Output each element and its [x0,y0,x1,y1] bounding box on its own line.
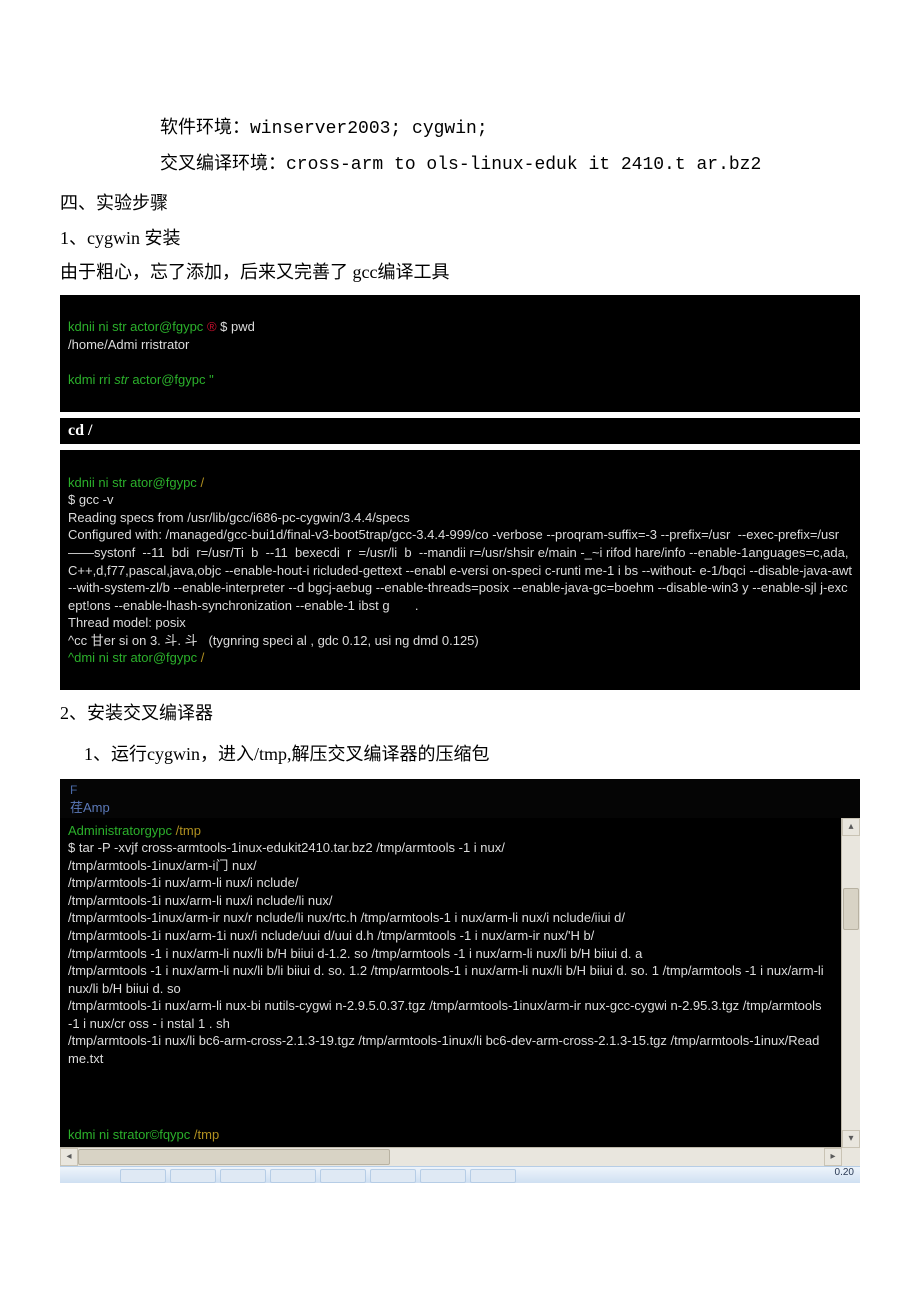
terminal-3-header-amp: 荏Amp [70,797,860,816]
taskbar-slot[interactable] [420,1169,466,1183]
scroll-corner [842,1148,860,1166]
term3-line: /tmp/armtools-1i nux/arm-li nux-bi nutil… [68,998,822,1031]
term2-line-version: ^cc 甘er si on 3. 斗. 斗 (tygnring speci al… [68,633,479,648]
terminal-block-3-wrap: F 荏Amp Administratorgypc /tmp $ tar -P -… [60,779,860,1183]
term2-line-configured: Configured with: /managed/gcc-bui1d/fina… [68,527,856,612]
term2-cmd: $ gcc -v [68,492,114,507]
scroll-down-arrow-icon[interactable]: ▾ [842,1130,860,1148]
cross-env-value: cross-arm to ols-linux-eduk it 2410.t ar… [286,155,761,175]
term3-line: /tmp/armtools-1i nux/li bc6-arm-cross-2.… [68,1033,819,1066]
term1-prompt-1: kdnii ni str actor@fgypc ® $ pwd [68,319,255,334]
taskbar-slot[interactable] [320,1169,366,1183]
terminal-block-2: kdnii ni str ator@fgypc / $ gcc -v Readi… [60,450,860,690]
term3-line: /tmp/armtools -1 i nux/arm-li nux/li b/l… [68,963,824,996]
scroll-right-arrow-icon[interactable]: ▸ [824,1148,842,1166]
terminal-3-content: Administratorgypc /tmp $ tar -P -xvjf cr… [68,822,852,1068]
software-env-value: winserver2003; cygwin; [250,119,488,139]
horizontal-scrollbar[interactable]: ◂ ▸ [60,1147,842,1166]
software-env-label: 软件环境： [160,117,250,137]
term3-line: /tmp/armtools -1 i nux/arm-li nux/li b/H… [68,946,642,961]
section-4-title: 四、实验步骤 [60,186,860,220]
taskbar-slot[interactable] [370,1169,416,1183]
term1-output-1: /home/Admi rristrator [68,337,189,352]
term3-line: /tmp/armtools-1inux/arm-i门 nux/ [68,858,257,873]
cd-command-line: cd / [60,418,860,444]
terminal-block-1: kdnii ni str actor@fgypc ® $ pwd /home/A… [60,295,860,412]
term3-bottom-prompt: kdmi ni strator©fqypc /tmp [68,1126,219,1144]
scroll-up-arrow-icon[interactable]: ▴ [842,818,860,836]
taskbar-slot[interactable] [120,1169,166,1183]
taskbar-slot[interactable] [170,1169,216,1183]
software-env-line: 软件环境：winserver2003; cygwin; [60,110,860,146]
taskbar-slot[interactable] [270,1169,316,1183]
taskbar: 0.20 [60,1166,860,1183]
vertical-scrollbar[interactable]: ▴ ▾ [841,818,860,1148]
term2-line-thread: Thread model: posix [68,615,186,630]
terminal-block-3: Administratorgypc /tmp $ tar -P -xvjf cr… [60,818,860,1166]
term3-line: /tmp/armtools-1i nux/arm-li nux/i nclude… [68,893,332,908]
section-2-substep: 1、运行cygwin，进入/tmp,解压交叉编译器的压缩包 [60,737,860,771]
taskbar-slot[interactable] [220,1169,266,1183]
taskbar-time: 0.20 [835,1167,854,1178]
taskbar-slot[interactable] [470,1169,516,1183]
step-1-note: 由于粗心，忘了添加，后来又完善了 gcc编译工具 [60,255,860,289]
scroll-left-arrow-icon[interactable]: ◂ [60,1148,78,1166]
term3-line: /tmp/armtools-1i nux/arm-1i nux/i nclude… [68,928,594,943]
document-page: 软件环境：winserver2003; cygwin; 交叉编译环境：cross… [0,0,920,1223]
horizontal-scroll-thumb[interactable] [78,1149,390,1165]
cross-env-line: 交叉编译环境：cross-arm to ols-linux-eduk it 24… [60,146,860,182]
cross-env-label: 交叉编译环境： [160,153,286,173]
term3-cmd: $ tar -P -xvjf cross-armtools-1inux-eduk… [68,840,505,855]
vertical-scroll-thumb[interactable] [843,888,859,930]
step-1-title: 1、cygwin 安装 [60,221,860,255]
section-2-title: 2、安装交叉编译器 [60,696,860,730]
term2-prompt-2: ^dmi ni str ator@fgypc / [68,650,204,665]
term3-line: /tmp/armtools-1i nux/arm-li nux/i nclude… [68,875,298,890]
term3-prompt: Administratorgypc /tmp [68,823,201,838]
term2-line-specs: Reading specs from /usr/lib/gcc/i686-pc-… [68,510,410,525]
terminal-3-header-f: F [70,783,860,797]
term1-prompt-2: kdmi rri str actor@fgypc " [68,372,214,387]
terminal-3-header: F 荏Amp [60,779,860,818]
term2-prompt-1: kdnii ni str ator@fgypc / [68,475,204,490]
term3-line: /tmp/armtools-1inux/arm-ir nux/r nclude/… [68,910,625,925]
